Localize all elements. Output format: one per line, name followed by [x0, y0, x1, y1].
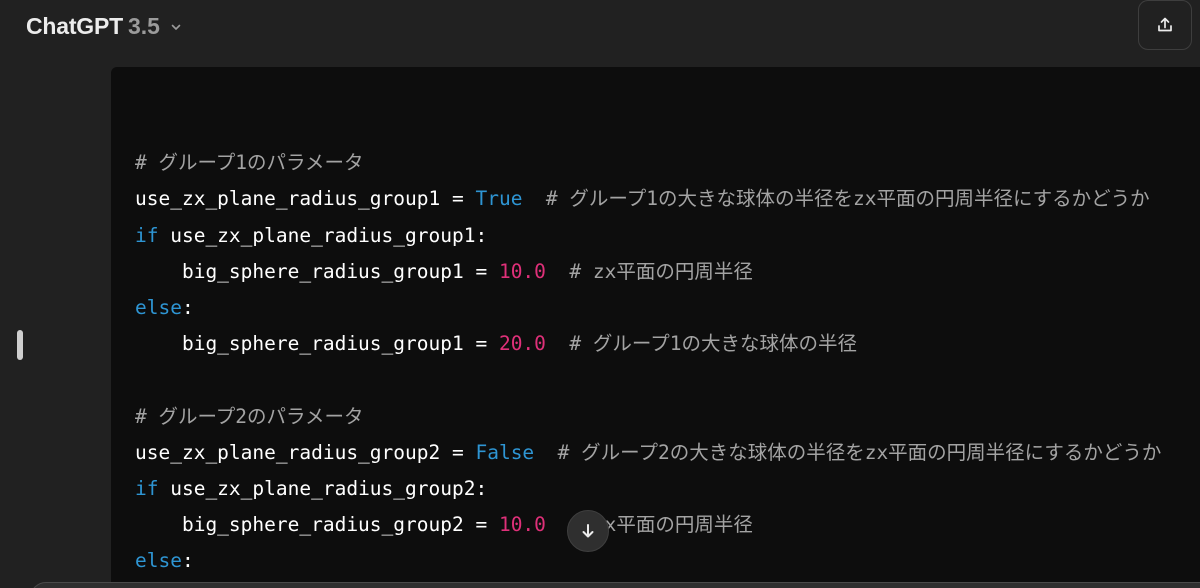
chat-page: ChatGPT 3.5 # グループ1のパラメータ use_zx_plane_ra…: [0, 0, 1200, 588]
code-keyword: if: [135, 476, 159, 500]
scroll-to-bottom-button[interactable]: [567, 510, 609, 552]
code-text: big_sphere_radius_group2 =: [135, 513, 499, 537]
code-line: if use_zx_plane_radius_group2:: [135, 471, 1161, 507]
code-text: big_sphere_radius_group1 =: [135, 332, 499, 356]
code-line: big_sphere_radius_group2 = 10.0 # zx平面の円…: [135, 507, 1161, 543]
code-line: # グループ1のパラメータ: [135, 145, 1161, 181]
code-comment: # グループ1のパラメータ: [135, 151, 364, 175]
code-block: # グループ1のパラメータ use_zx_plane_radius_group1 …: [111, 67, 1200, 588]
code-comment: # グループ1の大きな球体の半径をzx平面の円周半径にするかどうか: [522, 187, 1150, 211]
code-text: use_zx_plane_radius_group2:: [158, 476, 488, 500]
top-bar: ChatGPT 3.5: [0, 0, 1200, 52]
model-switcher[interactable]: ChatGPT 3.5: [26, 10, 182, 42]
code-line: if use_zx_plane_radius_group1:: [135, 218, 1161, 254]
code-keyword: else: [135, 549, 182, 573]
code-line: else:: [135, 543, 1161, 579]
code-line: use_zx_plane_radius_group1 = True # グループ…: [135, 181, 1161, 217]
code-keyword: if: [135, 223, 159, 247]
code-comment: # グループ1の大きな球体の半径: [545, 332, 857, 356]
scrollbar-handle[interactable]: [17, 330, 23, 360]
share-icon: [1155, 15, 1175, 35]
code-text: :: [181, 295, 194, 319]
code-line: use_zx_plane_radius_group2 = False # グルー…: [135, 435, 1161, 471]
code-content: # グループ1のパラメータ use_zx_plane_radius_group1 …: [135, 109, 1161, 588]
share-button[interactable]: [1138, 0, 1192, 50]
code-number: 10.0: [498, 513, 546, 537]
code-text: use_zx_plane_radius_group1 =: [135, 187, 476, 211]
code-line: big_sphere_radius_group1 = 20.0 # グループ1の…: [135, 326, 1161, 362]
code-keyword: False: [475, 440, 535, 464]
code-comment: # zx平面の円周半径: [545, 259, 753, 283]
code-text: use_zx_plane_radius_group2 =: [135, 440, 476, 464]
code-line: # グループ2のパラメータ: [135, 399, 1161, 435]
code-number: 10.0: [498, 259, 546, 283]
code-number: 20.0: [498, 332, 546, 356]
model-name: ChatGPT: [26, 12, 123, 39]
chevron-down-icon: [170, 21, 182, 33]
code-keyword: else: [135, 295, 182, 319]
code-text: use_zx_plane_radius_group1:: [158, 223, 488, 247]
code-text: big_sphere_radius_group1 =: [135, 259, 499, 283]
code-comment: # グループ2のパラメータ: [135, 404, 364, 428]
code-comment: # グループ2の大きな球体の半径をzx平面の円周半径にするかどうか: [534, 440, 1162, 464]
message-composer[interactable]: [30, 582, 1200, 588]
code-text: :: [181, 549, 194, 573]
code-keyword: True: [475, 187, 523, 211]
code-line: big_sphere_radius_group1 = 10.0 # zx平面の円…: [135, 254, 1161, 290]
code-line: else:: [135, 290, 1161, 326]
model-version: 3.5: [128, 12, 160, 39]
arrow-down-icon: [579, 522, 597, 540]
